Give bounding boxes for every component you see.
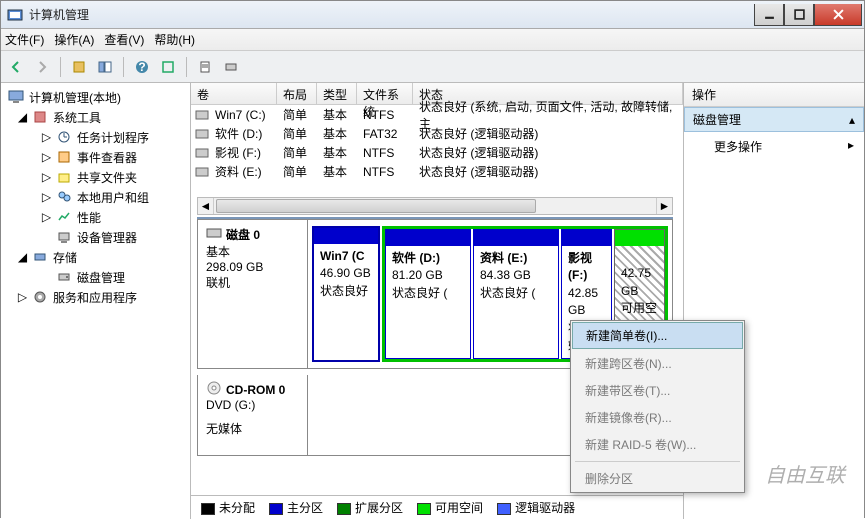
properties-button[interactable] — [68, 56, 90, 78]
toolbar: ? — [1, 51, 864, 83]
disk0-info[interactable]: 磁盘 0 基本 298.09 GB 联机 — [198, 220, 308, 368]
ctx-new-striped-volume[interactable]: 新建带区卷(T)... — [571, 377, 744, 404]
scroll-right-icon[interactable]: ► — [656, 198, 672, 214]
perf-icon — [55, 209, 73, 225]
settings-button[interactable] — [194, 56, 216, 78]
close-button[interactable] — [814, 4, 862, 26]
app-icon — [7, 7, 23, 23]
volume-icon — [191, 128, 209, 140]
tree-local-users[interactable]: ▷本地用户和组 — [3, 187, 188, 207]
cdrom-info[interactable]: CD-ROM 0 DVD (G:) 无媒体 — [198, 375, 308, 455]
ctx-new-mirrored-volume[interactable]: 新建镜像卷(R)... — [571, 404, 744, 431]
ctx-delete-partition[interactable]: 删除分区 — [571, 465, 744, 492]
svg-text:?: ? — [138, 60, 145, 74]
maximize-button[interactable] — [784, 4, 814, 26]
partition-d[interactable]: 软件 (D:)81.20 GB状态良好 ( — [385, 229, 471, 359]
disk-icon — [206, 227, 222, 242]
forward-button[interactable] — [31, 56, 53, 78]
volume-icon — [191, 109, 209, 121]
menu-bar: 文件(F) 操作(A) 查看(V) 帮助(H) — [1, 29, 864, 51]
event-icon — [55, 149, 73, 165]
expand-icon[interactable]: ▷ — [41, 132, 52, 143]
collapse-icon[interactable]: ◢ — [17, 252, 28, 263]
volume-icon — [191, 147, 209, 159]
tree-performance[interactable]: ▷性能 — [3, 207, 188, 227]
tree-event-viewer[interactable]: ▷事件查看器 — [3, 147, 188, 167]
legend-free-swatch — [417, 503, 431, 515]
expand-icon[interactable]: ▷ — [41, 212, 52, 223]
ctx-new-raid5-volume[interactable]: 新建 RAID-5 卷(W)... — [571, 431, 744, 458]
tree-system-tools[interactable]: ◢ 系统工具 — [3, 107, 188, 127]
horizontal-scrollbar[interactable]: ◄ ► — [197, 197, 673, 215]
expand-icon[interactable]: ▷ — [41, 152, 52, 163]
computer-icon — [7, 89, 25, 105]
collapse-icon[interactable]: ◢ — [17, 112, 28, 123]
minimize-button[interactable] — [754, 4, 784, 26]
legend-logical-swatch — [497, 503, 511, 515]
services-icon — [31, 289, 49, 305]
disk-icon — [55, 269, 73, 285]
volume-row[interactable]: Win7 (C:) 简单 基本 NTFS 状态良好 (系统, 启动, 页面文件,… — [191, 105, 683, 124]
legend-extended-swatch — [337, 503, 351, 515]
expand-icon[interactable]: ▷ — [17, 292, 28, 303]
cdrom-icon — [206, 381, 222, 398]
col-volume[interactable]: 卷 — [191, 83, 277, 104]
users-icon — [55, 189, 73, 205]
volume-icon — [191, 166, 209, 178]
expand-icon[interactable]: ▷ — [41, 172, 52, 183]
tree-disk-management[interactable]: 磁盘管理 — [3, 267, 188, 287]
tree-device-manager[interactable]: 设备管理器 — [3, 227, 188, 247]
volume-row[interactable]: 资料 (E:) 简单 基本 NTFS 状态良好 (逻辑驱动器) — [191, 162, 683, 181]
legend: 未分配 主分区 扩展分区 可用空间 逻辑驱动器 — [191, 495, 683, 519]
tree-storage[interactable]: ◢存储 — [3, 247, 188, 267]
volume-list: Win7 (C:) 简单 基本 NTFS 状态良好 (系统, 启动, 页面文件,… — [191, 105, 683, 181]
collapse-icon: ▴ — [849, 113, 855, 127]
device-icon — [55, 229, 73, 245]
context-menu: 新建简单卷(I)... 新建跨区卷(N)... 新建带区卷(T)... 新建镜像… — [570, 320, 745, 493]
nav-tree: 计算机管理(本地) ◢ 系统工具 ▷任务计划程序 ▷事件查看器 ▷共享文件夹 ▷… — [1, 83, 191, 519]
legend-primary-swatch — [269, 503, 283, 515]
scroll-left-icon[interactable]: ◄ — [198, 198, 214, 214]
volume-row[interactable]: 影视 (F:) 简单 基本 NTFS 状态良好 (逻辑驱动器) — [191, 143, 683, 162]
actions-diskmgmt[interactable]: 磁盘管理▴ — [684, 107, 864, 132]
help-button[interactable]: ? — [131, 56, 153, 78]
ctx-new-spanned-volume[interactable]: 新建跨区卷(N)... — [571, 350, 744, 377]
tree-shared-folders[interactable]: ▷共享文件夹 — [3, 167, 188, 187]
show-hide-console-tree-button[interactable] — [94, 56, 116, 78]
legend-unallocated-swatch — [201, 503, 215, 515]
tools-icon — [31, 109, 49, 125]
clock-icon — [55, 129, 73, 145]
actions-header: 操作 — [684, 83, 864, 107]
folder-share-icon — [55, 169, 73, 185]
window-title: 计算机管理 — [29, 6, 754, 23]
col-layout[interactable]: 布局 — [277, 83, 317, 104]
expand-icon[interactable]: ▷ — [41, 192, 52, 203]
col-type[interactable]: 类型 — [317, 83, 357, 104]
window-titlebar: 计算机管理 — [1, 1, 864, 29]
menu-help[interactable]: 帮助(H) — [154, 31, 195, 48]
menu-action[interactable]: 操作(A) — [54, 31, 94, 48]
partition-c[interactable]: Win7 (C46.90 GB状态良好 — [312, 226, 380, 362]
actions-more[interactable]: 更多操作▸ — [684, 132, 864, 161]
tree-task-scheduler[interactable]: ▷任务计划程序 — [3, 127, 188, 147]
menu-file[interactable]: 文件(F) — [5, 31, 44, 48]
partition-e[interactable]: 资料 (E:)84.38 GB状态良好 ( — [473, 229, 559, 359]
menu-view[interactable]: 查看(V) — [104, 31, 144, 48]
chevron-right-icon: ▸ — [848, 138, 854, 152]
storage-icon — [31, 249, 49, 265]
refresh-button[interactable] — [157, 56, 179, 78]
tree-root[interactable]: 计算机管理(本地) — [3, 87, 188, 107]
extra-button[interactable] — [220, 56, 242, 78]
scroll-thumb[interactable] — [216, 199, 536, 213]
ctx-new-simple-volume[interactable]: 新建简单卷(I)... — [572, 322, 743, 349]
back-button[interactable] — [5, 56, 27, 78]
col-filesystem[interactable]: 文件系统 — [357, 83, 413, 104]
tree-services[interactable]: ▷服务和应用程序 — [3, 287, 188, 307]
volume-row[interactable]: 软件 (D:) 简单 基本 FAT32 状态良好 (逻辑驱动器) — [191, 124, 683, 143]
